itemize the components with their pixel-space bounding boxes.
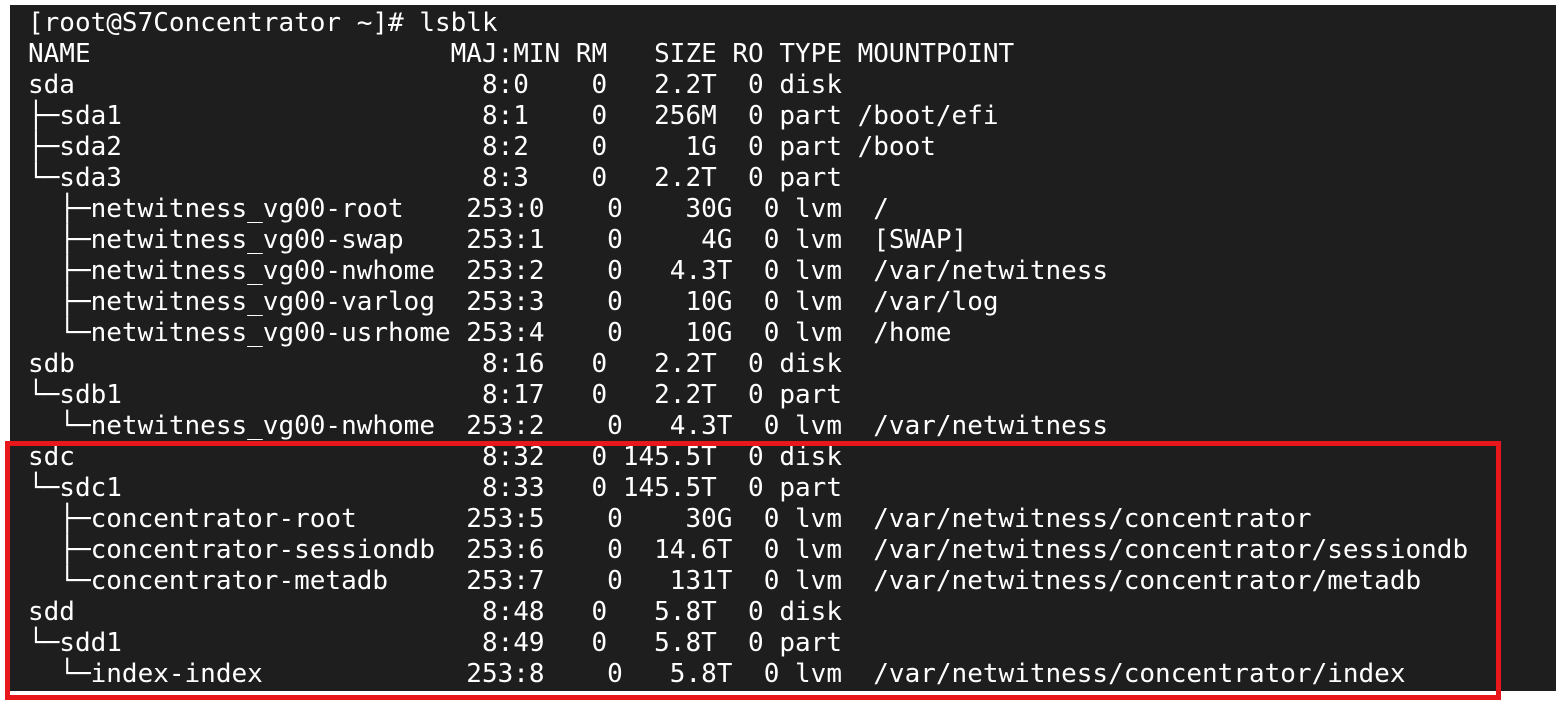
lsblk-header: NAME MAJ:MIN RM SIZE RO TYPE MOUNTPOINT bbox=[28, 39, 1015, 69]
lsblk-row-concentrator-sessiondb: ├─concentrator-sessiondb 253:6 0 14.6T 0… bbox=[28, 535, 1469, 565]
command-prompt-line: [root@S7Concentrator ~]# lsblk bbox=[28, 8, 498, 38]
lsblk-row-sdb1-nwhome: └─netwitness_vg00-nwhome 253:2 0 4.3T 0 … bbox=[28, 411, 1109, 441]
lsblk-row-sdb: sdb 8:16 0 2.2T 0 disk bbox=[28, 349, 842, 379]
lsblk-row-sdd: sdd 8:48 0 5.8T 0 disk bbox=[28, 597, 842, 627]
terminal-window[interactable]: [root@S7Concentrator ~]# lsblk NAME MAJ:… bbox=[10, 5, 1556, 691]
lsblk-row-sda: sda 8:0 0 2.2T 0 disk bbox=[28, 70, 842, 100]
lsblk-row-sda3: └─sda3 8:3 0 2.2T 0 part bbox=[28, 163, 842, 193]
lsblk-row-vg00-nwhome: ├─netwitness_vg00-nwhome 253:2 0 4.3T 0 … bbox=[28, 256, 1109, 286]
lsblk-row-sda1: ├─sda1 8:1 0 256M 0 part /boot/efi bbox=[28, 101, 999, 131]
lsblk-row-sdc: sdc 8:32 0 145.5T 0 disk bbox=[28, 442, 842, 472]
lsblk-row-concentrator-root: ├─concentrator-root 253:5 0 30G 0 lvm /v… bbox=[28, 504, 1312, 534]
lsblk-row-sdc1: └─sdc1 8:33 0 145.5T 0 part bbox=[28, 473, 842, 503]
lsblk-row-vg00-swap: ├─netwitness_vg00-swap 253:1 0 4G 0 lvm … bbox=[28, 225, 968, 255]
lsblk-row-sda2: ├─sda2 8:2 0 1G 0 part /boot bbox=[28, 132, 936, 162]
lsblk-row-vg00-usrhome: └─netwitness_vg00-usrhome 253:4 0 10G 0 … bbox=[28, 318, 952, 348]
lsblk-row-vg00-root: ├─netwitness_vg00-root 253:0 0 30G 0 lvm… bbox=[28, 194, 889, 224]
lsblk-row-concentrator-metadb: └─concentrator-metadb 253:7 0 131T 0 lvm… bbox=[28, 566, 1422, 596]
lsblk-row-index-index: └─index-index 253:8 0 5.8T 0 lvm /var/ne… bbox=[28, 659, 1406, 689]
lsblk-row-vg00-varlog: ├─netwitness_vg00-varlog 253:3 0 10G 0 l… bbox=[28, 287, 999, 317]
lsblk-row-sdb1: └─sdb1 8:17 0 2.2T 0 part bbox=[28, 380, 842, 410]
lsblk-row-sdd1: └─sdd1 8:49 0 5.8T 0 part bbox=[28, 628, 842, 658]
